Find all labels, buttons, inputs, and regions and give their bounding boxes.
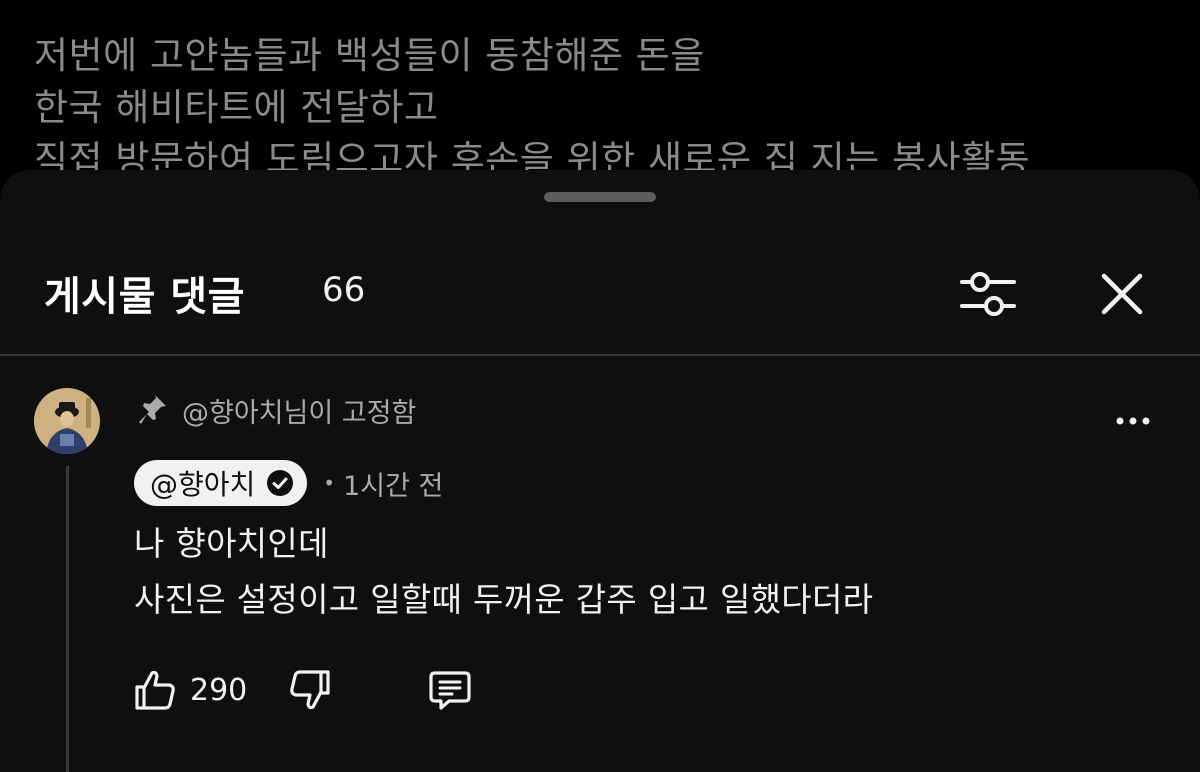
post-line-2: 한국 해비타트에 전달하고 <box>34 86 439 129</box>
comments-sheet: 게시물 댓글 66 @향아치님이 고정함 @향아치 • 1시간 전 나 향아치인… <box>0 170 1200 772</box>
more-options-button[interactable] <box>1110 406 1156 436</box>
background-post-text: 저번에 고얀놈들과 백성들이 동참해준 돈을 한국 해비타트에 전달하고 직접 … <box>34 30 1030 186</box>
close-icon <box>1101 273 1143 315</box>
screen: 저번에 고얀놈들과 백성들이 동참해준 돈을 한국 해비타트에 전달하고 직접 … <box>0 0 1200 772</box>
author-row: @향아치 • 1시간 전 <box>134 460 443 506</box>
avatar[interactable] <box>34 388 100 454</box>
sheet-title: 게시물 댓글 <box>44 274 245 320</box>
thread-line <box>66 466 69 772</box>
comment-time: 1시간 전 <box>343 470 444 502</box>
separator-dot: • <box>323 471 336 495</box>
thumbs-down-icon <box>290 670 330 710</box>
sliders-icon <box>960 272 1016 316</box>
filter-button[interactable] <box>956 262 1020 326</box>
close-button[interactable] <box>1090 262 1154 326</box>
reply-button[interactable] <box>427 667 473 713</box>
comment-body: 나 향아치인데 사진은 설정이고 일할때 두꺼운 갑주 입고 일했다더라 <box>134 516 873 628</box>
pin-icon <box>139 395 166 424</box>
drag-handle[interactable] <box>544 192 656 202</box>
sheet-header: 게시물 댓글 66 <box>0 250 1200 356</box>
verified-check-icon <box>267 470 294 496</box>
dislike-button[interactable] <box>287 667 333 713</box>
comment-actions: 290 <box>132 664 473 716</box>
pinned-indicator: @향아치님이 고정함 <box>138 390 416 430</box>
post-line-1: 저번에 고얀놈들과 백성들이 동참해준 돈을 <box>34 34 705 77</box>
avatar-portrait <box>34 388 100 454</box>
author-chip[interactable]: @향아치 <box>134 460 308 506</box>
comment-count: 66 <box>322 270 366 310</box>
reply-bubble-icon <box>429 671 471 710</box>
more-horizontal-icon <box>1116 417 1150 425</box>
pinned-text: @향아치님이 고정함 <box>182 397 417 429</box>
comment-line-1: 나 향아치인데 <box>134 524 329 563</box>
like-count: 290 <box>190 672 248 708</box>
comment-line-2: 사진은 설정이고 일할때 두꺼운 갑주 입고 일했다더라 <box>134 580 874 619</box>
author-name: @향아치 <box>150 468 256 501</box>
like-button[interactable] <box>132 667 178 713</box>
thumbs-up-icon <box>135 670 175 710</box>
